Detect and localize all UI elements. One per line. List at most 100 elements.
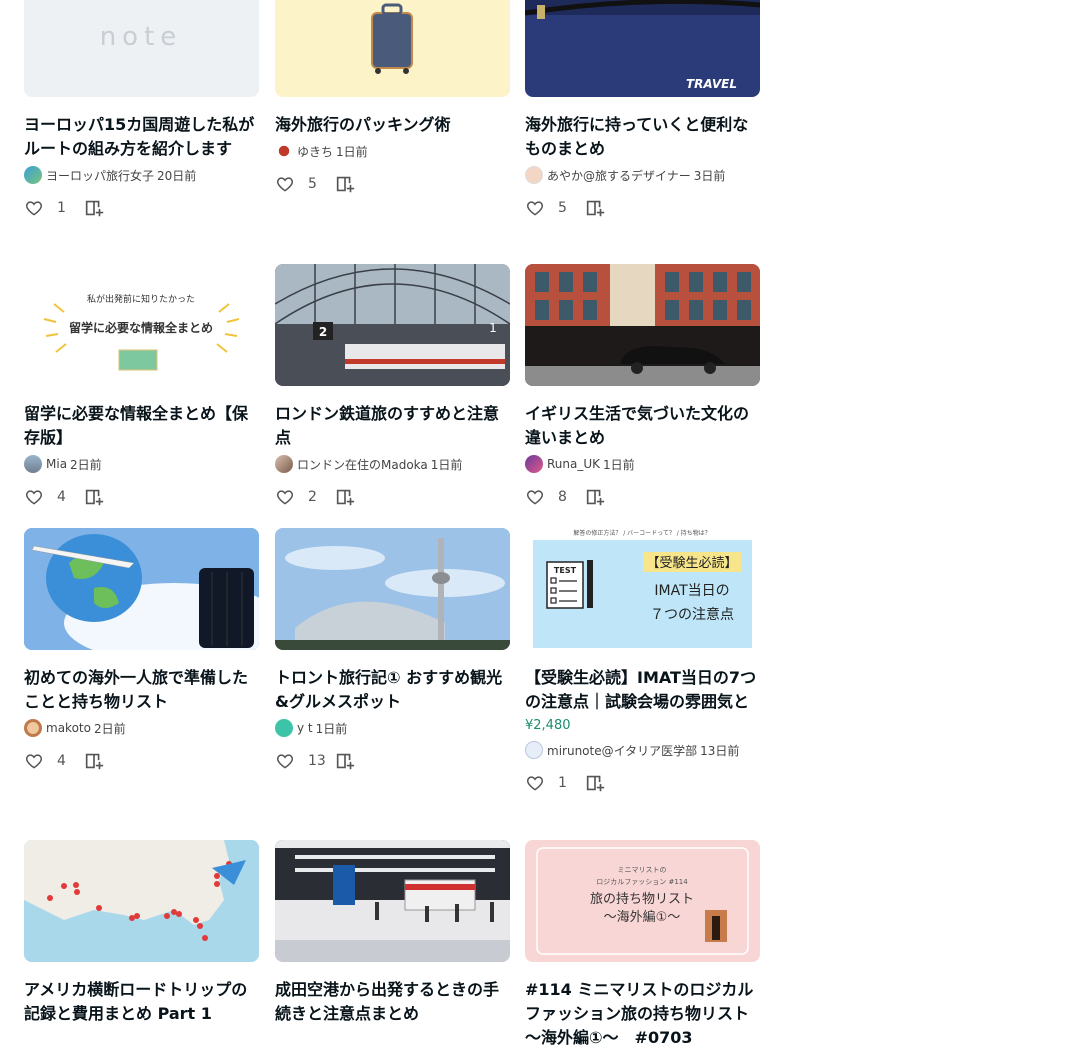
article-card[interactable]: 初めての海外一人旅で準備したことと持ち物リスト makoto 2日前 4 xyxy=(24,528,259,772)
author-info[interactable]: makoto 2日前 xyxy=(24,718,259,738)
like-button[interactable]: 13 xyxy=(275,751,332,771)
thumbnail-image[interactable] xyxy=(525,264,760,386)
publish-time: 3日前 xyxy=(693,168,726,183)
article-title[interactable]: ヨーロッパ15カ国周遊した私が ルートの組み方を紹介します xyxy=(24,113,259,161)
thumbnail-image[interactable]: 私が出発前に知りたかった 留学に必要な情報全まとめ xyxy=(24,264,259,386)
author-name[interactable]: あやか@旅するデザイナー xyxy=(547,167,691,184)
thumbnail-image[interactable]: 解答の修正方法？ / バーコードって？ / 持ち物は？ TEST 【受験生必読】… xyxy=(525,528,760,650)
article-card[interactable]: 解答の修正方法？ / バーコードって？ / 持ち物は？ TEST 【受験生必読】… xyxy=(525,528,760,794)
add-to-magazine-button[interactable] xyxy=(83,486,105,508)
thumb-subcaption: ロジカルファッション #114 xyxy=(596,878,688,886)
heart-icon xyxy=(276,177,294,192)
article-card[interactable]: 私が出発前に知りたかった 留学に必要な情報全まとめ 留学に必要な情報全まとめ【保… xyxy=(24,264,259,508)
like-count: 5 xyxy=(558,200,567,216)
article-title[interactable]: 成田空港から出発するときの手続きと注意点まとめ xyxy=(275,978,510,1026)
author-name[interactable]: Mia xyxy=(46,457,67,471)
add-to-magazine-icon xyxy=(586,489,605,506)
author-name[interactable]: ヨーロッパ旅行女子 xyxy=(46,167,154,184)
article-card[interactable]: note ヨーロッパ15カ国周遊した私が ルートの組み方を紹介します ヨーロッパ… xyxy=(24,0,259,219)
avatar xyxy=(525,741,543,759)
article-title[interactable]: イギリス生活で気づいた文化の違いまとめ xyxy=(525,402,760,450)
author-name[interactable]: ロンドン在住のMadoka xyxy=(297,456,428,473)
like-button[interactable]: 4 xyxy=(24,487,81,507)
like-count: 13 xyxy=(308,753,326,769)
publish-time: 1日前 xyxy=(336,144,368,159)
author-info[interactable]: ゆきち 1日前 xyxy=(275,141,510,161)
add-to-magazine-button[interactable] xyxy=(334,486,356,508)
author-name[interactable]: makoto xyxy=(46,721,91,735)
add-to-magazine-button[interactable] xyxy=(83,750,105,772)
article-title[interactable]: 初めての海外一人旅で準備したことと持ち物リスト xyxy=(24,666,259,714)
author-info[interactable]: ヨーロッパ旅行女子 20日前 xyxy=(24,165,259,185)
card-actions: 5 xyxy=(525,197,760,219)
author-info[interactable]: ロンドン在住のMadoka 1日前 xyxy=(275,454,510,474)
article-title[interactable]: アメリカ横断ロードトリップの記録と費用まとめ Part 1 xyxy=(24,978,259,1026)
add-to-magazine-icon xyxy=(85,200,104,217)
thumbnail-image[interactable]: 2 1 xyxy=(275,264,510,386)
article-card[interactable]: ミニマリストの ロジカルファッション #114 旅の持ち物リスト ～海外編①～ … xyxy=(525,840,760,1050)
heart-icon xyxy=(526,490,544,505)
thumb-line1: IMAT当日の xyxy=(654,583,729,599)
article-card[interactable]: トロント旅行記① おすすめ観光&グルメスポット y t 1日前 13 xyxy=(275,528,510,772)
like-button[interactable]: 2 xyxy=(275,487,332,507)
thumb-caption: 解答の修正方法？ / バーコードって？ / 持ち物は？ xyxy=(573,529,710,537)
add-to-magazine-button[interactable] xyxy=(334,750,356,772)
author-name[interactable]: mirunote@イタリア医学部 xyxy=(547,742,697,759)
author-name[interactable]: ゆきち xyxy=(297,143,333,160)
article-card[interactable]: 成田空港から出発するときの手続きと注意点まとめ xyxy=(275,840,510,1026)
author-name[interactable]: Runa_UK xyxy=(547,457,600,471)
avatar xyxy=(275,719,293,737)
author-info[interactable]: Runa_UK 1日前 xyxy=(525,454,760,474)
article-card[interactable]: 2 1 ロンドン鉄道旅のすすめと注意点 ロンドン在住のMadoka 1日前 2 xyxy=(275,264,510,508)
article-title[interactable]: 海外旅行に持っていくと便利なものまとめ xyxy=(525,113,760,161)
article-title[interactable]: 【受験生必読】IMAT当日の7つの注意点｜試験会場の雰囲気と持ち物リスト完全版 xyxy=(525,666,760,714)
article-title[interactable]: #114 ミニマリストのロジカルファッション旅の持ち物リスト～海外編①～ #07… xyxy=(525,978,760,1050)
article-title[interactable]: ロンドン鉄道旅のすすめと注意点 xyxy=(275,402,510,450)
like-button[interactable]: 4 xyxy=(24,751,81,771)
thumbnail-image[interactable] xyxy=(24,528,259,650)
thumb-caption: 私が出発前に知りたかった xyxy=(87,293,195,305)
article-card[interactable]: TRAVEL 海外旅行に持っていくと便利なものまとめ あやか@旅するデザイナー … xyxy=(525,0,760,219)
add-to-magazine-button[interactable] xyxy=(83,197,105,219)
author-name[interactable]: y t xyxy=(297,721,313,735)
avatar xyxy=(275,455,293,473)
avatar xyxy=(24,455,42,473)
publish-time: 2日前 xyxy=(70,457,102,472)
add-to-magazine-icon xyxy=(336,753,355,770)
like-button[interactable]: 1 xyxy=(525,773,582,793)
add-to-magazine-icon xyxy=(85,489,104,506)
article-title[interactable]: 海外旅行のパッキング術 xyxy=(275,113,510,137)
like-count: 8 xyxy=(558,489,567,505)
thumbnail-image[interactable]: ミニマリストの ロジカルファッション #114 旅の持ち物リスト ～海外編①～ xyxy=(525,840,760,962)
thumb-line2: ～海外編①～ xyxy=(604,909,681,925)
thumbnail-image[interactable]: TRAVEL xyxy=(525,0,760,97)
add-to-magazine-button[interactable] xyxy=(334,173,356,195)
thumbnail-image[interactable] xyxy=(275,528,510,650)
like-button[interactable]: 8 xyxy=(525,487,582,507)
article-card[interactable]: アメリカ横断ロードトリップの記録と費用まとめ Part 1 xyxy=(24,840,259,1026)
author-info[interactable]: y t 1日前 xyxy=(275,718,510,738)
thumbnail-image[interactable]: note xyxy=(24,0,259,97)
author-info[interactable]: あやか@旅するデザイナー 3日前 xyxy=(525,165,760,185)
add-to-magazine-button[interactable] xyxy=(584,486,606,508)
avatar xyxy=(24,719,42,737)
thumbnail-image[interactable] xyxy=(24,840,259,962)
article-card[interactable]: イギリス生活で気づいた文化の違いまとめ Runa_UK 1日前 8 xyxy=(525,264,760,508)
card-actions: 8 xyxy=(525,486,760,508)
thumbnail-image[interactable] xyxy=(275,0,510,97)
thumbnail-image[interactable] xyxy=(275,840,510,962)
like-count: 4 xyxy=(57,753,66,769)
like-button[interactable]: 1 xyxy=(24,198,81,218)
card-actions: 4 xyxy=(24,750,259,772)
author-info[interactable]: mirunote@イタリア医学部 13日前 xyxy=(525,740,760,760)
add-to-magazine-button[interactable] xyxy=(584,772,606,794)
heart-icon xyxy=(526,776,544,791)
add-to-magazine-button[interactable] xyxy=(584,197,606,219)
like-count: 1 xyxy=(57,200,66,216)
article-card[interactable]: 海外旅行のパッキング術 ゆきち 1日前 5 xyxy=(275,0,510,195)
like-button[interactable]: 5 xyxy=(275,174,332,194)
article-title[interactable]: トロント旅行記① おすすめ観光&グルメスポット xyxy=(275,666,510,714)
author-info[interactable]: Mia 2日前 xyxy=(24,454,259,474)
like-button[interactable]: 5 xyxy=(525,198,582,218)
article-title[interactable]: 留学に必要な情報全まとめ【保存版】 xyxy=(24,402,259,450)
